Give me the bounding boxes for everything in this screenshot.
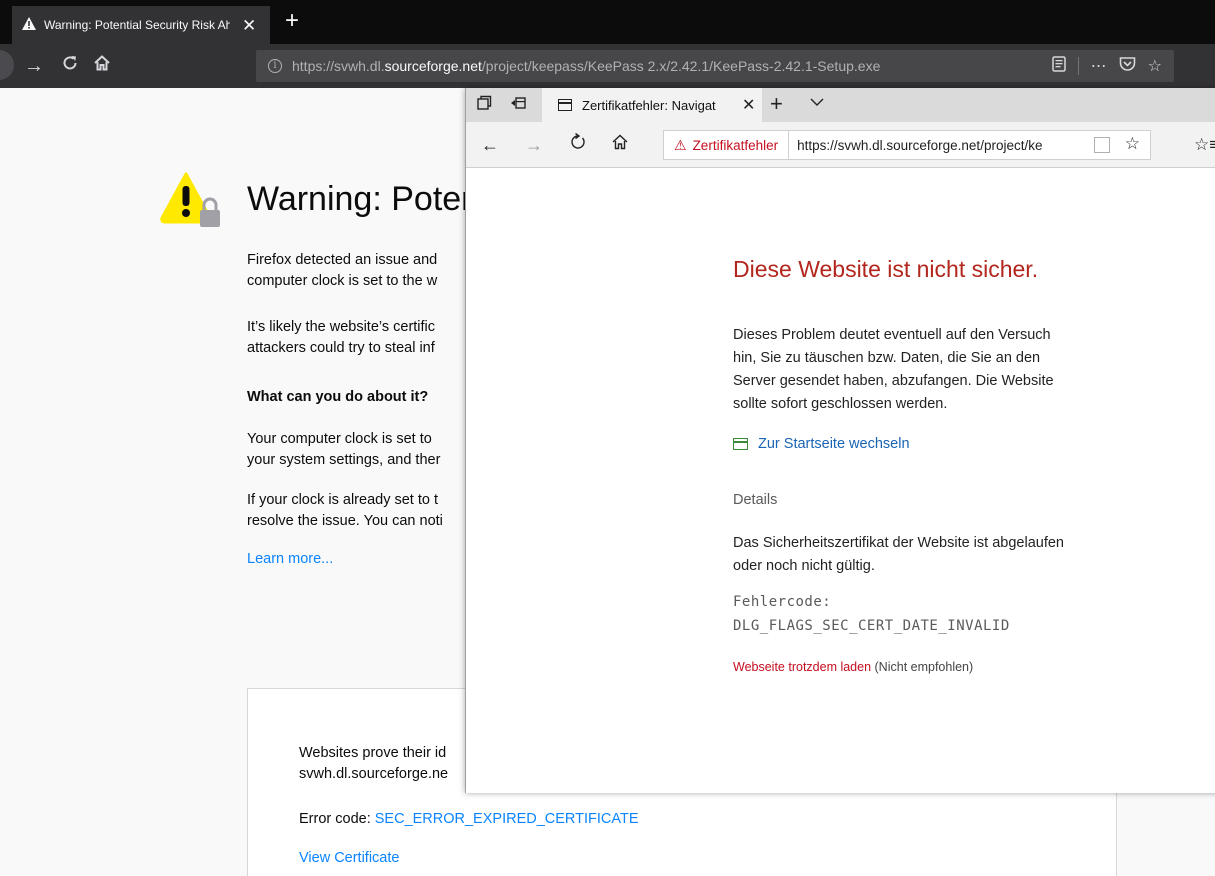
window-icon <box>733 438 748 450</box>
edge-page-title: Diese Website ist nicht sicher. <box>733 256 1039 282</box>
description-text: Firefox detected an issue and computer c… <box>247 252 438 289</box>
info-icon[interactable]: i <box>268 59 282 73</box>
home-icon[interactable] <box>606 131 634 159</box>
new-tab-button[interactable]: + <box>278 8 306 36</box>
error-code-label: Error code: <box>299 811 375 827</box>
pocket-icon[interactable] <box>1119 56 1136 77</box>
page-icon <box>558 99 572 111</box>
firefox-toolbar: → i https://svwh.dl. sourceforge.net/proj… <box>0 44 1215 88</box>
more-actions-icon[interactable]: ⋯ <box>1091 56 1107 76</box>
error-code-value: DLG_FLAGS_SEC_CERT_DATE_INVALID <box>733 618 1010 634</box>
tabs-aside-icon[interactable] <box>474 95 494 115</box>
edge-url-text: https://svwh.dl.sourceforge.net/project/… <box>797 137 1043 153</box>
learn-more-link[interactable]: Learn more... <box>247 551 333 567</box>
url-prefix: https://svwh.dl. <box>292 58 385 74</box>
description-text: It’s likely the website’s certific attac… <box>247 319 436 356</box>
go-to-home-link[interactable]: Zur Startseite wechseln <box>733 436 910 452</box>
advanced-description: Websites prove their id svwh.dl.sourcefo… <box>299 745 449 782</box>
forward-icon[interactable]: → <box>20 51 48 81</box>
refresh-icon[interactable] <box>564 131 592 159</box>
firefox-url-bar[interactable]: i https://svwh.dl. sourceforge.net/projec… <box>256 50 1174 82</box>
edge-description-text: Dieses Problem deutet eventuell auf den … <box>733 327 1054 412</box>
url-domain: sourceforge.net <box>384 58 482 74</box>
reader-view-icon[interactable] <box>1051 55 1066 77</box>
chevron-down-icon[interactable] <box>810 94 824 110</box>
warning-lock-icon <box>160 170 224 234</box>
edge-tab-bar: Zertifikatfehler: Navigat ✕ + <box>466 88 1215 122</box>
error-code-link[interactable]: SEC_ERROR_EXPIRED_CERTIFICATE <box>375 811 639 827</box>
edge-tab-title: Zertifikatfehler: Navigat <box>582 97 716 113</box>
separator <box>1077 57 1079 75</box>
bookmark-star-icon[interactable]: ☆ <box>1148 56 1162 76</box>
warning-icon <box>22 17 36 33</box>
reload-icon[interactable] <box>56 51 84 81</box>
url-path: /project/keepass/KeePass 2.x/2.42.1/KeeP… <box>481 58 881 74</box>
certificate-error-button[interactable]: ⚠ Zertifikatfehler <box>664 131 790 159</box>
favorites-list-icon[interactable]: ☆≡ <box>1194 131 1215 159</box>
close-icon[interactable]: ✕ <box>242 17 256 34</box>
favorite-star-icon[interactable]: ☆ <box>1125 134 1140 154</box>
firefox-tab[interactable]: Warning: Potential Security Risk Ahead ✕ <box>12 6 270 44</box>
home-icon[interactable] <box>88 51 116 81</box>
go-to-home-label: Zur Startseite wechseln <box>758 436 910 452</box>
reading-view-icon[interactable] <box>1094 137 1110 153</box>
warning-icon: ⚠ <box>674 136 687 153</box>
edge-address-bar[interactable]: ⚠ Zertifikatfehler https://svwh.dl.sourc… <box>663 130 1151 160</box>
view-certificate-link[interactable]: View Certificate <box>299 850 399 866</box>
not-recommended-note: (Nicht empfohlen) <box>871 660 974 674</box>
back-button[interactable] <box>0 50 14 80</box>
error-code-line: Error code: SEC_ERROR_EXPIRED_CERTIFICAT… <box>299 811 639 827</box>
certificate-error-label: Zertifikatfehler <box>692 137 779 153</box>
description-text: Your computer clock is set to your syste… <box>247 431 441 468</box>
details-text: Das Sicherheitszertifikat der Website is… <box>733 535 1064 574</box>
edge-window: Zertifikatfehler: Navigat ✕ + ← → ⚠ Zert… <box>465 88 1215 793</box>
section-heading: What can you do about it? <box>247 389 429 405</box>
forward-icon[interactable]: → <box>520 131 548 159</box>
edge-tab[interactable]: Zertifikatfehler: Navigat ✕ <box>542 88 762 122</box>
load-anyway-line: Webseite trotzdem laden (Nicht empfohlen… <box>733 660 973 674</box>
error-code-label: Fehlercode: <box>733 594 832 610</box>
new-tab-button[interactable]: + <box>770 91 783 117</box>
load-anyway-link[interactable]: Webseite trotzdem laden <box>733 660 871 674</box>
description-text: If your clock is already set to t resolv… <box>247 492 443 529</box>
close-icon[interactable]: ✕ <box>742 95 755 115</box>
firefox-tab-title: Warning: Potential Security Risk Ahead <box>44 18 230 32</box>
details-heading: Details <box>733 492 778 508</box>
back-icon[interactable]: ← <box>476 131 504 159</box>
firefox-tab-bar: Warning: Potential Security Risk Ahead ✕… <box>0 0 1215 44</box>
edge-nav-bar: ← → ⚠ Zertifikatfehler https://svwh.dl.s… <box>466 122 1215 168</box>
show-tabs-icon[interactable] <box>508 95 528 115</box>
page-title: Warning: Poter <box>247 180 473 218</box>
edge-error-page: Diese Website ist nicht sicher. Dieses P… <box>466 168 1215 793</box>
